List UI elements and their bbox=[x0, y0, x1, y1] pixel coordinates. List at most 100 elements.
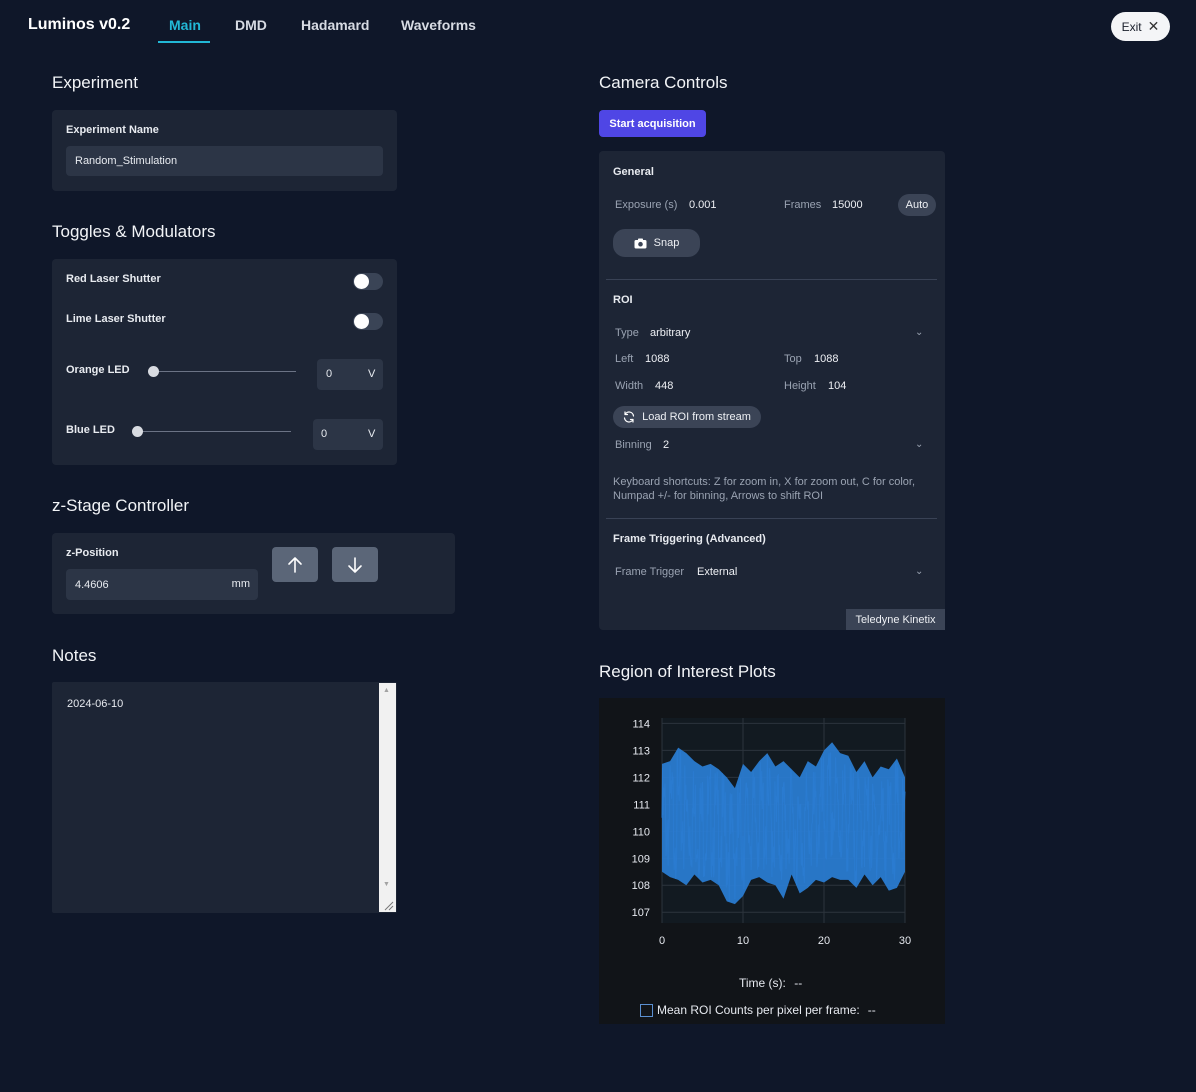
lime-laser-toggle[interactable] bbox=[353, 313, 383, 330]
x-tick-label: 30 bbox=[899, 935, 911, 947]
exposure-value[interactable]: 0.001 bbox=[689, 199, 717, 211]
scroll-up-icon[interactable]: ▲ bbox=[383, 687, 390, 694]
auto-button[interactable]: Auto bbox=[898, 194, 936, 216]
frame-trigger-select[interactable]: Frame Trigger External ⌄ bbox=[613, 560, 929, 582]
roi-type-label: Type bbox=[615, 327, 639, 339]
y-tick-label: 111 bbox=[633, 799, 650, 811]
notes-title: Notes bbox=[52, 646, 97, 665]
chevron-down-icon: ⌄ bbox=[915, 327, 924, 338]
resize-grip-icon[interactable] bbox=[382, 899, 394, 911]
blue-led-slider-thumb[interactable] bbox=[132, 426, 143, 437]
time-label: Time (s): bbox=[739, 976, 786, 990]
experiment-title: Experiment bbox=[52, 73, 138, 92]
roi-title: ROI bbox=[613, 294, 633, 306]
notes-scrollbar[interactable]: ▲ ▼ bbox=[379, 683, 396, 912]
roi-height-value[interactable]: 104 bbox=[828, 380, 846, 392]
tab-hadamard[interactable]: Hadamard bbox=[301, 17, 369, 33]
y-tick-label: 109 bbox=[632, 853, 650, 865]
app-title: Luminos v0.2 bbox=[28, 16, 131, 33]
mean-value: -- bbox=[867, 1003, 876, 1017]
exit-button[interactable]: Exit ✕ bbox=[1111, 12, 1170, 41]
toggles-title: Toggles & Modulators bbox=[52, 222, 216, 241]
y-tick-label: 110 bbox=[632, 826, 650, 838]
orange-led-input[interactable]: 0 V bbox=[317, 359, 383, 390]
blue-led-input[interactable]: 0 V bbox=[313, 419, 383, 450]
roi-width-value[interactable]: 448 bbox=[655, 380, 673, 392]
orange-led-slider-thumb[interactable] bbox=[148, 366, 159, 377]
roi-top-label: Top bbox=[784, 353, 802, 365]
orange-led-unit: V bbox=[368, 368, 376, 380]
chevron-down-icon: ⌄ bbox=[915, 439, 924, 450]
arrow-up-icon bbox=[288, 556, 302, 573]
tab-dmd[interactable]: DMD bbox=[235, 17, 267, 33]
shortcuts-line-2: Numpad +/- for binning, Arrows to shift … bbox=[613, 490, 824, 502]
start-acquisition-button[interactable]: Start acquisition bbox=[599, 110, 706, 137]
frame-trigger-value: External bbox=[697, 566, 738, 578]
roi-top-value[interactable]: 1088 bbox=[814, 353, 838, 365]
y-tick-label: 113 bbox=[632, 745, 650, 757]
z-down-button[interactable] bbox=[332, 547, 378, 582]
zstage-title: z-Stage Controller bbox=[52, 496, 190, 515]
blue-led-unit: V bbox=[368, 428, 376, 440]
mean-checkbox[interactable] bbox=[640, 1003, 653, 1017]
auto-label: Auto bbox=[905, 199, 929, 211]
binning-value: 2 bbox=[663, 439, 670, 451]
time-value: -- bbox=[794, 976, 803, 990]
scroll-down-icon[interactable]: ▼ bbox=[383, 881, 390, 888]
z-up-button[interactable] bbox=[272, 547, 318, 582]
camera-icon bbox=[634, 238, 647, 248]
z-position-label: z-Position bbox=[66, 547, 119, 559]
load-roi-button[interactable]: Load ROI from stream bbox=[613, 406, 761, 428]
zstage-card: z-Position 4.4606 mm bbox=[52, 533, 455, 614]
arrow-down-icon bbox=[348, 556, 362, 573]
binning-label: Binning bbox=[615, 439, 652, 451]
toggle-knob bbox=[354, 314, 369, 329]
exit-label: Exit bbox=[1121, 19, 1142, 34]
roi-plots-title: Region of Interest Plots bbox=[599, 662, 776, 681]
camera-title: Camera Controls bbox=[599, 73, 728, 92]
mean-label: Mean ROI Counts per pixel per frame: bbox=[657, 1003, 860, 1017]
y-tick-label: 114 bbox=[632, 718, 650, 730]
experiment-name-value: Random_Stimulation bbox=[75, 155, 178, 167]
blue-led-label: Blue LED bbox=[66, 424, 115, 436]
roi-width-label: Width bbox=[615, 380, 644, 392]
binning-select[interactable]: Binning 2 ⌄ bbox=[613, 433, 929, 455]
roi-type-select[interactable]: Type arbitrary ⌄ bbox=[613, 321, 929, 343]
keyboard-shortcuts-text: Keyboard shortcuts: Z for zoom in, X for… bbox=[613, 475, 915, 503]
z-position-input[interactable]: 4.4606 mm bbox=[66, 569, 258, 600]
experiment-card: Experiment Name Random_Stimulation bbox=[52, 110, 397, 191]
experiment-name-label: Experiment Name bbox=[66, 124, 159, 136]
blue-led-slider-track[interactable] bbox=[137, 431, 291, 432]
orange-led-slider-track[interactable] bbox=[153, 371, 296, 372]
roi-height-label: Height bbox=[784, 380, 816, 392]
x-tick-label: 20 bbox=[818, 935, 830, 947]
roi-left-value[interactable]: 1088 bbox=[645, 353, 669, 365]
frame-trigger-label: Frame Trigger bbox=[615, 566, 685, 578]
tab-waveforms[interactable]: Waveforms bbox=[401, 17, 476, 33]
red-laser-label: Red Laser Shutter bbox=[66, 273, 161, 285]
z-position-value: 4.4606 bbox=[75, 578, 109, 591]
frames-label: Frames bbox=[784, 199, 822, 211]
notes-textarea[interactable]: 2024-06-10 ▲ ▼ bbox=[52, 682, 397, 913]
y-tick-label: 112 bbox=[632, 772, 650, 784]
tab-main[interactable]: Main bbox=[169, 17, 201, 33]
frames-value[interactable]: 15000 bbox=[832, 199, 863, 211]
roi-plot-panel: 107 108 109 110 111 112 113 114 0 10 20 30 Time (s)… bbox=[599, 698, 945, 1024]
roi-type-value: arbitrary bbox=[650, 327, 691, 339]
experiment-name-input[interactable]: Random_Stimulation bbox=[66, 146, 383, 176]
toggles-card: Red Laser Shutter Lime Laser Shutter Ora… bbox=[52, 259, 397, 465]
roi-left-label: Left bbox=[615, 353, 634, 365]
snap-button[interactable]: Snap bbox=[613, 229, 700, 257]
red-laser-toggle[interactable] bbox=[353, 273, 383, 290]
active-tab-indicator bbox=[158, 41, 210, 43]
shortcuts-line-1: Keyboard shortcuts: Z for zoom in, X for… bbox=[613, 476, 916, 488]
x-tick-label: 10 bbox=[737, 935, 749, 947]
chevron-down-icon: ⌄ bbox=[915, 566, 924, 577]
snap-label: Snap bbox=[653, 237, 680, 249]
trigger-title: Frame Triggering (Advanced) bbox=[613, 533, 766, 545]
mean-readout: Mean ROI Counts per pixel per frame: -- bbox=[640, 1003, 876, 1017]
load-roi-label: Load ROI from stream bbox=[642, 411, 751, 423]
blue-led-value: 0 bbox=[321, 428, 328, 440]
camera-model-badge: Teledyne Kinetix bbox=[846, 609, 945, 630]
y-tick-label: 108 bbox=[632, 880, 650, 892]
